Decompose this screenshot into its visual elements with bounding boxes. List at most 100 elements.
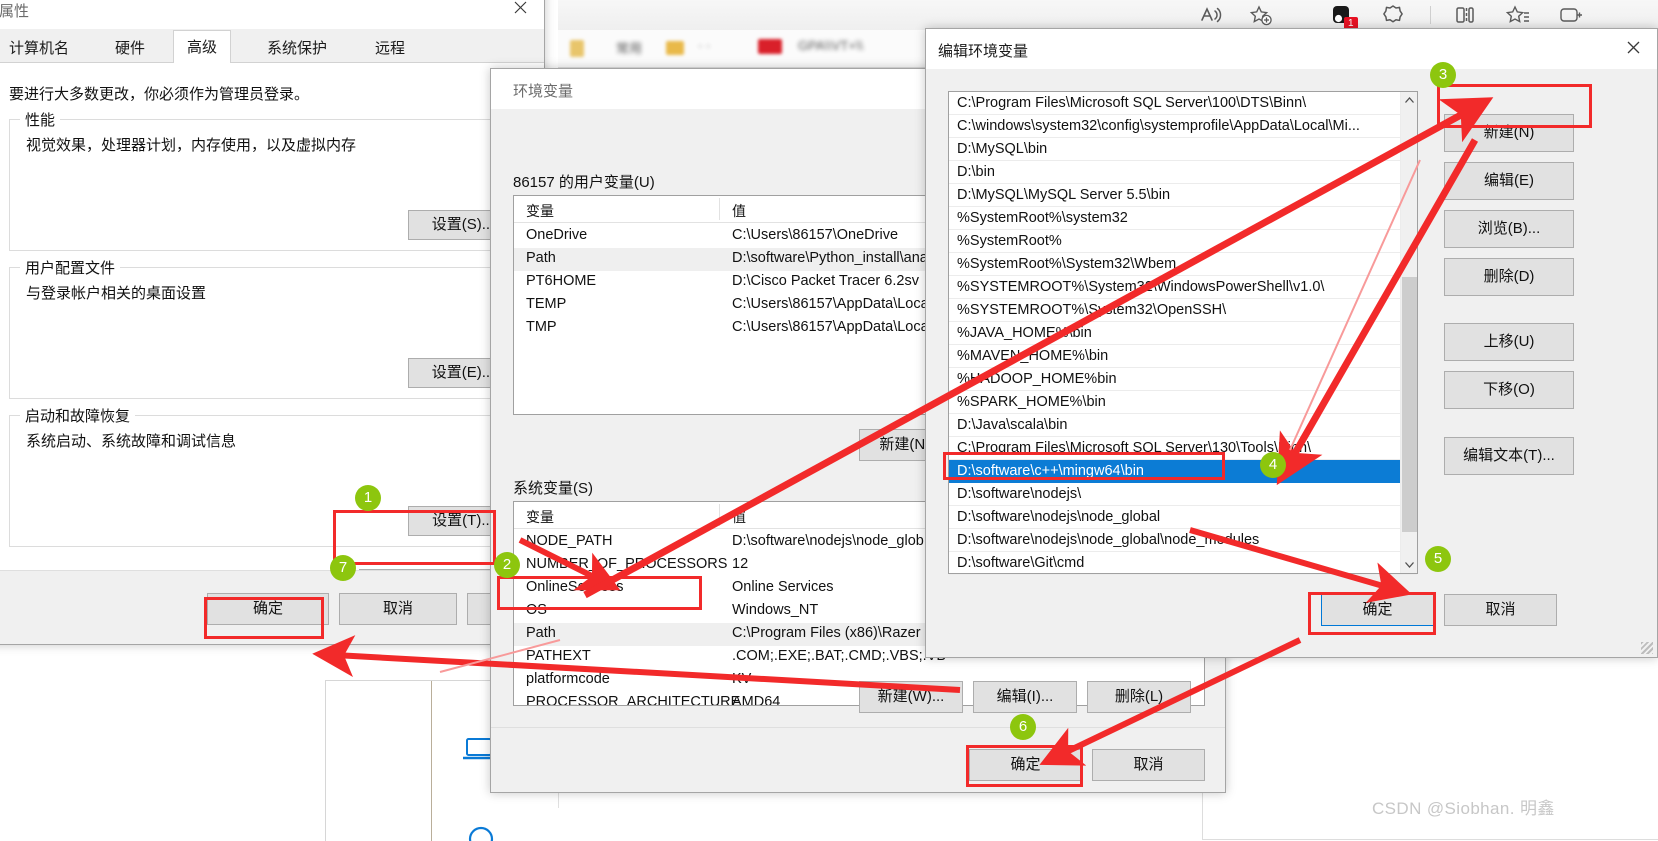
watermark: CSDN @Siobhan. 明鑫 (1372, 799, 1555, 818)
edit-path-button[interactable]: 编辑(E) (1444, 162, 1574, 200)
tab-hardware[interactable]: 硬件 (101, 32, 159, 63)
sysprops-cancel-button[interactable]: 取消 (339, 593, 457, 625)
column-header-name: 变量 (526, 509, 554, 525)
favorites-icon[interactable] (1505, 3, 1531, 27)
list-item[interactable]: %SystemRoot%\system32 (949, 207, 1417, 230)
column-separator (719, 504, 720, 526)
performance-group: 性能 视觉效果，处理器计划，内存使用，以及虚拟内存 设置(S)... (9, 109, 531, 251)
var-value: C:\Users\86157\AppData\Loca (732, 296, 929, 312)
scroll-up-icon[interactable] (1401, 92, 1418, 109)
bookmark-item[interactable]: GPA\\VT+\\ (798, 38, 863, 58)
system-variables-label: 系统变量(S) (513, 480, 593, 497)
list-item[interactable]: %SYSTEMROOT%\System32\OpenSSH\ (949, 299, 1417, 322)
list-item[interactable]: D:\MySQL\bin (949, 138, 1417, 161)
list-item[interactable]: D:\software\nodejs\ (949, 483, 1417, 506)
scrollbar-thumb[interactable] (1402, 277, 1417, 532)
list-item[interactable]: D:\software\nodejs\node_global (949, 506, 1417, 529)
edit-env-ok-button[interactable]: 确定 (1321, 594, 1434, 626)
user-profile-group: 用户配置文件 与登录帐户相关的桌面设置 设置(E)... (9, 257, 531, 399)
list-item[interactable]: %SYSTEMROOT%\System32\WindowsPowerShell\… (949, 276, 1417, 299)
move-down-button[interactable]: 下移(O) (1444, 371, 1574, 409)
move-up-button[interactable]: 上移(U) (1444, 323, 1574, 361)
collections-icon[interactable] (1380, 3, 1406, 27)
tab-computer-name[interactable]: 计算机名 (0, 32, 83, 63)
list-item[interactable]: C:\Program Files\Microsoft SQL Server\10… (949, 92, 1417, 115)
scroll-down-icon[interactable] (1401, 556, 1418, 573)
add-favorite-icon[interactable] (1248, 3, 1274, 27)
list-item[interactable]: %SPARK_HOME%\bin (949, 391, 1417, 414)
step-badge-2: 2 (494, 552, 520, 578)
bookmark-item[interactable]: 常用 (616, 38, 642, 58)
step-badge-5: 5 (1425, 546, 1451, 572)
var-name: PATHEXT (526, 648, 591, 664)
edit-text-button[interactable]: 编辑文本(T)... (1444, 437, 1574, 475)
admin-note: 要进行大多数更改，你必须作为管理员登录。 (9, 86, 310, 103)
list-item[interactable]: C:\windows\system32\config\systemprofile… (949, 115, 1417, 138)
var-name: OneDrive (526, 227, 588, 243)
system-edit-button[interactable]: 编辑(I)... (973, 681, 1077, 713)
list-item-selected[interactable]: D:\software\c++\mingw64\bin (949, 460, 1402, 483)
system-new-button[interactable]: 新建(W)... (859, 681, 963, 713)
tab-remote[interactable]: 远程 (361, 32, 419, 63)
var-value: AMD64 (732, 694, 781, 706)
list-item[interactable]: D:\Java\scala\bin (949, 414, 1417, 437)
browse-path-button[interactable]: 浏览(B)... (1444, 210, 1574, 248)
system-delete-button[interactable]: 删除(L) (1087, 681, 1191, 713)
toolbar-divider (1430, 6, 1431, 24)
var-value: D:\Cisco Packet Tracer 6.2sv (732, 273, 919, 289)
footer-divider (491, 727, 1225, 728)
list-item[interactable]: C:\Program Files\Microsoft SQL Server\13… (949, 437, 1417, 460)
system-properties-title: 系统属性 (0, 3, 30, 20)
var-value: 12 (732, 556, 749, 572)
list-item[interactable]: %MAVEN_HOME%\bin (949, 345, 1417, 368)
close-icon[interactable] (1611, 31, 1657, 63)
step-badge-6: 6 (1010, 714, 1036, 740)
step-badge-3: 3 (1430, 62, 1456, 88)
close-icon[interactable] (498, 0, 544, 23)
column-header-value: 值 (732, 509, 746, 525)
edit-env-cancel-button[interactable]: 取消 (1444, 594, 1557, 626)
list-item[interactable]: %JAVA_HOME%\bin (949, 322, 1417, 345)
bookmark-item[interactable]: · · (698, 38, 710, 58)
var-name: OS (526, 602, 547, 618)
step-badge-1: 1 (355, 485, 381, 511)
list-item[interactable]: %HADOOP_HOME%bin (949, 368, 1417, 391)
var-name: NODE_PATH (526, 533, 613, 549)
sysprops-ok-button[interactable]: 确定 (207, 593, 329, 625)
system-properties-footer: 确定 取消 应用(A) (0, 570, 585, 644)
var-name: TEMP (526, 296, 567, 312)
column-separator (719, 198, 720, 220)
tab-system-protection[interactable]: 系统保护 (253, 32, 341, 63)
read-aloud-icon[interactable] (1198, 3, 1224, 27)
tab-advanced[interactable]: 高级 (173, 30, 232, 64)
list-item[interactable]: D:\MySQL\MySQL Server 5.5\bin (949, 184, 1417, 207)
performance-group-text: 视觉效果，处理器计划，内存使用，以及虚拟内存 (26, 137, 357, 154)
bookmark-folder-icon (570, 40, 584, 57)
browser-essentials-icon[interactable]: 1 (1328, 3, 1358, 30)
list-item[interactable]: %SystemRoot%\System32\Wbem (949, 253, 1417, 276)
list-item[interactable]: %SystemRoot% (949, 230, 1417, 253)
user-profile-group-text: 与登录帐户相关的桌面设置 (26, 285, 207, 302)
user-variables-label: 86157 的用户变量(U) (513, 174, 655, 191)
startup-recovery-group: 启动和故障恢复 系统启动、系统故障和调试信息 设置(T)... (9, 405, 531, 547)
path-entries-list[interactable]: C:\Program Files\Microsoft SQL Server\10… (948, 91, 1418, 575)
var-name: NUMBER_OF_PROCESSORS (526, 556, 728, 572)
env-vars-cancel-button[interactable]: 取消 (1092, 749, 1205, 781)
list-item[interactable]: D:\software\Git\cmd (949, 552, 1417, 575)
var-name: PROCESSOR_ARCHITECTURE (526, 694, 741, 706)
var-value: Windows_NT (732, 602, 819, 618)
env-vars-title: 环境变量 (513, 83, 574, 100)
path-list-scrollbar[interactable] (1400, 92, 1417, 573)
var-name: PT6HOME (526, 273, 597, 289)
var-value: C:\Users\86157\OneDrive (732, 227, 899, 243)
bookmark-site-icon (758, 39, 782, 54)
delete-path-button[interactable]: 删除(D) (1444, 258, 1574, 296)
list-item[interactable]: D:\software\nodejs\node_global\node_modu… (949, 529, 1417, 552)
add-tab-icon[interactable] (1558, 3, 1584, 27)
split-screen-icon[interactable] (1452, 3, 1478, 27)
env-vars-ok-button[interactable]: 确定 (969, 749, 1082, 781)
list-item[interactable]: D:\bin (949, 161, 1417, 184)
new-path-button[interactable]: 新建(N) (1444, 114, 1574, 152)
resize-grip[interactable] (1641, 642, 1653, 654)
system-properties-titlebar: 系统属性 (0, 0, 544, 29)
